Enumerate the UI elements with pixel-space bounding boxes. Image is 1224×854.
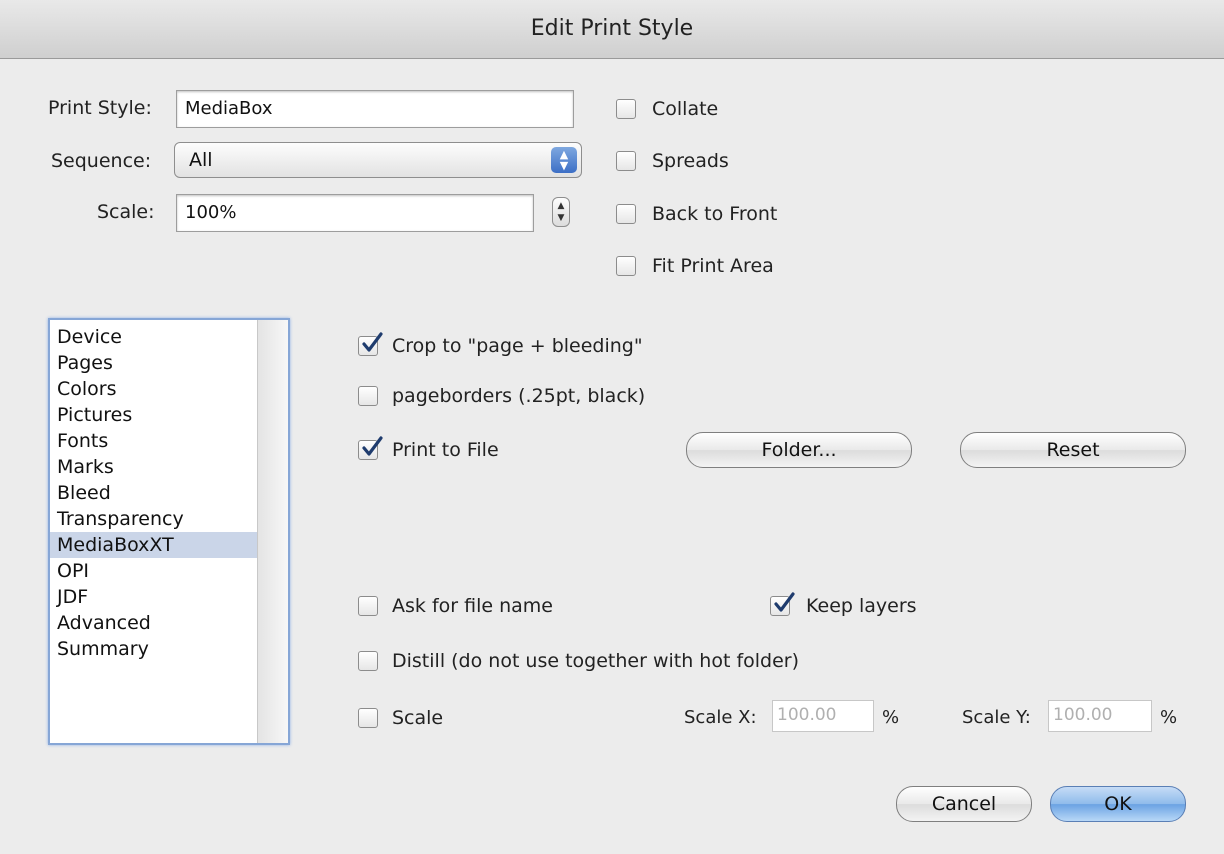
category-list[interactable]: Device Pages Colors Pictures Fonts Marks…	[48, 318, 290, 745]
list-item-colors[interactable]: Colors	[50, 376, 260, 402]
list-item-advanced[interactable]: Advanced	[50, 610, 260, 636]
list-item-device[interactable]: Device	[50, 324, 260, 350]
crop-checkbox[interactable]	[358, 332, 383, 356]
print-style-input[interactable]: MediaBox	[176, 90, 574, 128]
ask-file-name-label: Ask for file name	[392, 595, 553, 617]
scale-y-input[interactable]: 100.00	[1048, 700, 1152, 732]
back-to-front-checkbox[interactable]	[616, 204, 636, 224]
scale-stepper[interactable]: ▲ ▼	[552, 197, 570, 227]
list-scrollbar[interactable]	[257, 320, 288, 743]
checkmark-icon	[362, 332, 383, 352]
folder-button[interactable]: Folder...	[686, 432, 912, 468]
fit-print-area-checkbox[interactable]	[616, 256, 636, 276]
pageborders-label: pageborders (.25pt, black)	[392, 385, 646, 407]
list-item-pages[interactable]: Pages	[50, 350, 260, 376]
scale-y-unit: %	[1160, 707, 1178, 728]
list-item-bleed[interactable]: Bleed	[50, 480, 260, 506]
pageborders-checkbox[interactable]	[358, 386, 378, 406]
scale-label: Scale:	[97, 201, 155, 223]
sequence-select[interactable]: All ▲ ▼	[174, 142, 582, 178]
list-item-marks[interactable]: Marks	[50, 454, 260, 480]
keep-layers-label: Keep layers	[806, 595, 917, 617]
spreads-label: Spreads	[652, 150, 729, 172]
scale-option-label: Scale	[392, 707, 444, 729]
dialog-title: Edit Print Style	[0, 0, 1224, 59]
spreads-checkbox[interactable]	[616, 151, 636, 171]
print-to-file-checkbox[interactable]	[358, 436, 383, 460]
crop-label: Crop to "page + bleeding"	[392, 335, 643, 357]
category-list-items: Device Pages Colors Pictures Fonts Marks…	[50, 324, 260, 662]
edit-print-style-dialog: Edit Print Style Print Style: MediaBox S…	[0, 0, 1224, 854]
list-item-pictures[interactable]: Pictures	[50, 402, 260, 428]
sequence-value: All	[189, 149, 213, 171]
fit-print-area-label: Fit Print Area	[652, 255, 774, 277]
distill-checkbox[interactable]	[358, 651, 378, 671]
list-item-summary[interactable]: Summary	[50, 636, 260, 662]
checkmark-icon	[362, 436, 383, 456]
list-item-jdf[interactable]: JDF	[50, 584, 260, 610]
scale-y-label: Scale Y:	[962, 707, 1031, 728]
scale-input[interactable]: 100%	[176, 194, 534, 232]
select-arrows-icon: ▲ ▼	[551, 147, 577, 173]
print-style-label: Print Style:	[48, 97, 152, 119]
keep-layers-checkbox[interactable]	[770, 592, 795, 616]
scale-x-input[interactable]: 100.00	[772, 700, 874, 732]
collate-label: Collate	[652, 98, 719, 120]
scale-x-unit: %	[882, 707, 900, 728]
scale-x-label: Scale X:	[684, 707, 757, 728]
sequence-label: Sequence:	[51, 150, 152, 172]
checkmark-icon	[774, 592, 795, 612]
list-item-opi[interactable]: OPI	[50, 558, 260, 584]
scale-checkbox[interactable]	[358, 708, 378, 728]
cancel-button[interactable]: Cancel	[896, 786, 1032, 822]
reset-button[interactable]: Reset	[960, 432, 1186, 468]
list-item-fonts[interactable]: Fonts	[50, 428, 260, 454]
ok-button[interactable]: OK	[1050, 786, 1186, 822]
distill-label: Distill (do not use together with hot fo…	[392, 650, 800, 672]
ask-file-name-checkbox[interactable]	[358, 596, 378, 616]
list-item-mediaboxxt[interactable]: MediaBoxXT	[50, 532, 260, 558]
back-to-front-label: Back to Front	[652, 203, 778, 225]
print-to-file-label: Print to File	[392, 439, 499, 461]
list-item-transparency[interactable]: Transparency	[50, 506, 260, 532]
collate-checkbox[interactable]	[616, 99, 636, 119]
